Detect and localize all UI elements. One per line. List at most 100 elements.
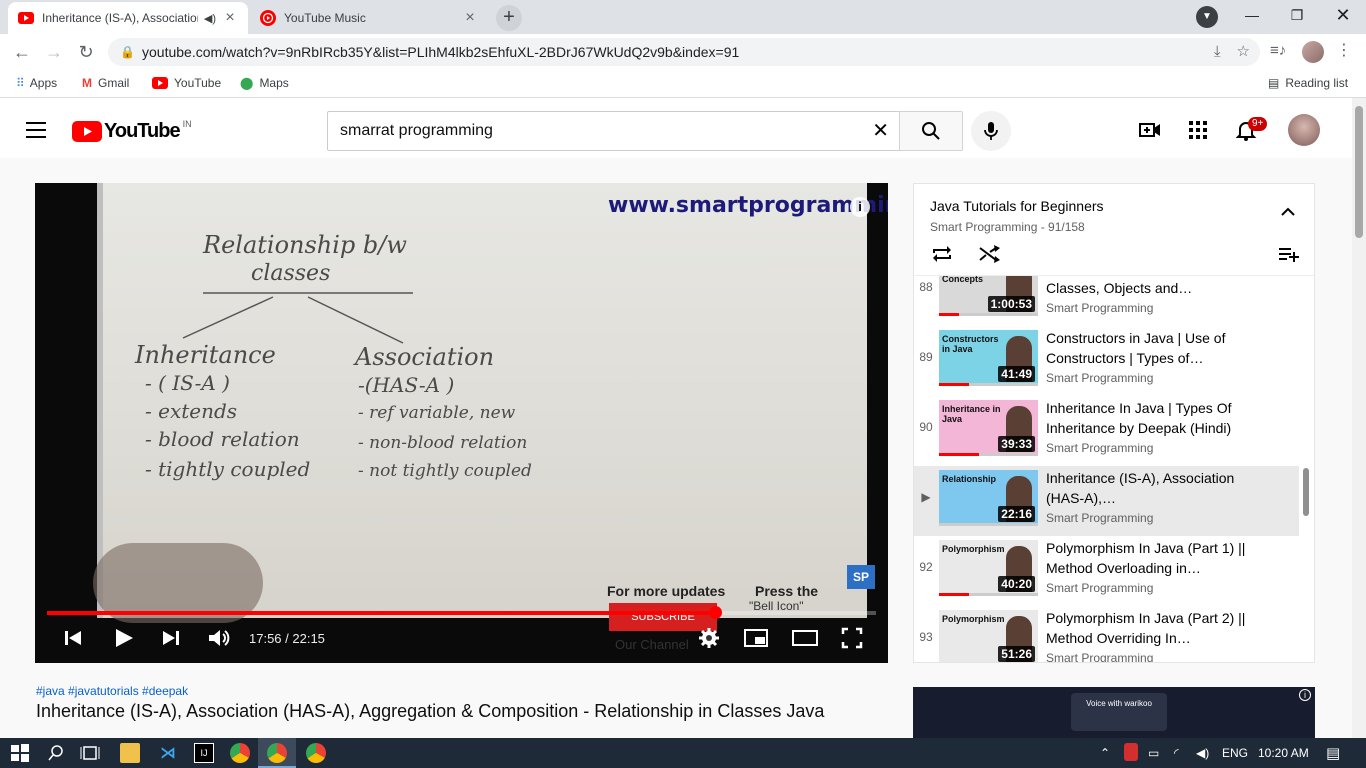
playlist-item[interactable]: 89 Constructors in Java 41:49 Constructors … (914, 326, 1299, 396)
volume-icon[interactable] (207, 625, 231, 651)
profile-avatar[interactable] (1302, 41, 1324, 63)
play-icon[interactable] (113, 625, 135, 651)
tab-youtube-video[interactable]: Inheritance (IS-A), Association ◀) × (8, 2, 248, 34)
reload-icon[interactable]: ↻ (74, 40, 98, 64)
close-tab-icon[interactable]: × (462, 9, 478, 27)
ad-card: Voice with warikoo (1071, 693, 1167, 731)
file-explorer-icon[interactable] (120, 743, 140, 763)
next-icon[interactable] (161, 625, 181, 651)
install-icon[interactable]: ⤓ (1214, 38, 1221, 66)
chrome-icon[interactable] (230, 743, 250, 763)
page-scrollbar-thumb[interactable] (1355, 106, 1363, 238)
playlist-item[interactable]: 90 Inheritance in Java 39:33 Inheritance In… (914, 396, 1299, 466)
minimize-button[interactable]: — (1229, 0, 1275, 30)
collapse-chevron-icon[interactable] (1280, 204, 1296, 220)
hamburger-menu-icon[interactable] (26, 122, 46, 138)
playlist-item-thumbnail[interactable]: Inheritance in Java 39:33 (939, 400, 1038, 456)
reading-list-button[interactable]: ▤ Reading list (1268, 76, 1348, 90)
board-left-line-1: Inheritance (135, 341, 276, 369)
search-button[interactable] (899, 111, 963, 151)
address-bar[interactable]: 🔒 youtube.com/watch?v=9nRbIRcb35Y&list=P… (108, 38, 1260, 66)
playlist-header: Java Tutorials for Beginners Smart Progr… (914, 184, 1314, 276)
playlist-title[interactable]: Java Tutorials for Beginners (930, 198, 1104, 214)
search-icon (922, 121, 940, 140)
playlist-item-thumbnail[interactable]: Polymorphism 51:26 (939, 610, 1038, 662)
windows-start-icon[interactable] (10, 743, 30, 763)
notification-center-icon[interactable]: ▤ (1326, 744, 1340, 762)
chrome-icon[interactable] (306, 743, 326, 763)
bookmark-gmail[interactable]: M Gmail (82, 76, 129, 90)
clock[interactable]: 10:20 AM (1258, 746, 1309, 760)
ad-banner[interactable]: Voice with warikoo i (913, 687, 1315, 738)
playlist-item[interactable]: 88 OOPs Concepts 1:00:53 Java OOPs Concepts… (914, 276, 1299, 326)
task-view-icon[interactable] (80, 743, 100, 763)
tab-youtube-music[interactable]: YouTube Music × (250, 2, 488, 34)
shuffle-icon[interactable] (978, 244, 1002, 264)
apps-grid-icon[interactable] (1186, 118, 1210, 142)
board-left-line-2: - ( IS-A ) (145, 371, 230, 395)
playlist-item-thumbnail[interactable]: Polymorphism 40:20 (939, 540, 1038, 596)
battery-icon[interactable]: ▭ (1148, 746, 1159, 760)
settings-gear-icon[interactable] (697, 625, 721, 651)
security-icon[interactable] (1124, 743, 1138, 761)
language-indicator[interactable]: ENG (1222, 746, 1248, 760)
search-input[interactable]: smarrat programming ✕ (327, 111, 900, 151)
board-right-line-2: -(HAS-A ) (358, 373, 455, 397)
bookmark-star-icon[interactable]: ☆ (1237, 38, 1250, 66)
playlist-item-thumbnail[interactable]: Constructors in Java 41:49 (939, 330, 1038, 386)
bookmark-youtube[interactable]: YouTube (152, 76, 221, 90)
watched-fill (939, 593, 969, 596)
video-player[interactable]: www.smartprogramming.in Relationship b/w… (35, 183, 888, 663)
watched-fill (939, 453, 979, 456)
chrome-active-taskbar-item[interactable] (258, 738, 296, 768)
tab-search-button[interactable]: ▼ (1196, 6, 1218, 28)
playlist-item[interactable]: 93 Polymorphism 51:26 Polymorphism In Java … (914, 606, 1299, 662)
chrome-menu-icon[interactable]: ⋮ (1336, 40, 1352, 60)
apps-grid-icon: ⠿ (16, 76, 25, 90)
vscode-icon[interactable]: ⋊ (158, 743, 178, 763)
playlist-item-channel: Smart Programming (1046, 371, 1154, 385)
create-video-icon[interactable] (1138, 118, 1162, 142)
video-title: Inheritance (IS-A), Association (HAS-A),… (36, 701, 825, 721)
previous-icon[interactable] (63, 625, 83, 651)
ad-info-icon[interactable]: i (1299, 689, 1311, 701)
maximize-button[interactable]: ❐ (1274, 0, 1320, 30)
playlist-item-index: 92 (919, 560, 933, 574)
bookmark-apps[interactable]: ⠿ Apps (16, 76, 57, 90)
page-scrollbar[interactable] (1352, 98, 1366, 738)
add-to-queue-icon[interactable] (1278, 246, 1300, 262)
playlist-scrollbar[interactable] (1303, 468, 1309, 516)
close-tab-icon[interactable]: × (222, 9, 238, 27)
clear-search-icon[interactable]: ✕ (872, 112, 889, 150)
intellij-icon[interactable]: IJ (194, 743, 214, 763)
wifi-icon[interactable]: ◜ (1174, 746, 1179, 760)
audio-icon[interactable]: ◀) (204, 12, 216, 25)
fullscreen-icon[interactable] (841, 625, 863, 651)
forward-arrow-icon[interactable]: → (42, 40, 66, 64)
back-arrow-icon[interactable]: ← (10, 40, 34, 64)
new-tab-button[interactable]: + (496, 5, 522, 31)
close-window-button[interactable]: ✕ (1320, 0, 1366, 30)
voice-search-button[interactable] (971, 111, 1011, 151)
playlist-item-thumbnail[interactable]: Relationship 22:16 (939, 470, 1038, 526)
maps-pin-icon: ⬤ (240, 76, 254, 90)
miniplayer-icon[interactable] (743, 625, 769, 651)
info-icon[interactable]: i (850, 197, 870, 217)
search-icon[interactable] (46, 743, 66, 763)
progress-bar[interactable] (47, 606, 876, 619)
account-avatar[interactable] (1288, 114, 1320, 146)
theater-mode-icon[interactable] (791, 625, 819, 651)
playlist-item[interactable]: ▶ Relationship 22:16 Inheritance (IS-A), As… (914, 466, 1299, 536)
playlist-item-duration: 51:26 (998, 646, 1035, 662)
youtube-logo[interactable]: YouTube IN (72, 119, 192, 143)
playlist-item[interactable]: 92 Polymorphism 40:20 Polymorphism In Java … (914, 536, 1299, 606)
speaker-icon[interactable]: ◀) (1196, 746, 1209, 760)
sp-logo: SP (847, 565, 875, 589)
video-hashtags[interactable]: #java #javatutorials #deepak (36, 684, 188, 698)
media-control-icon[interactable]: ≡♪ (1270, 42, 1286, 59)
bookmark-label: Gmail (98, 76, 130, 90)
loop-icon[interactable] (930, 244, 954, 264)
playlist-item-thumbnail[interactable]: OOPs Concepts 1:00:53 (939, 276, 1038, 316)
tray-chevron-icon[interactable]: ⌃ (1100, 746, 1110, 760)
bookmark-maps[interactable]: ⬤ Maps (240, 76, 289, 90)
